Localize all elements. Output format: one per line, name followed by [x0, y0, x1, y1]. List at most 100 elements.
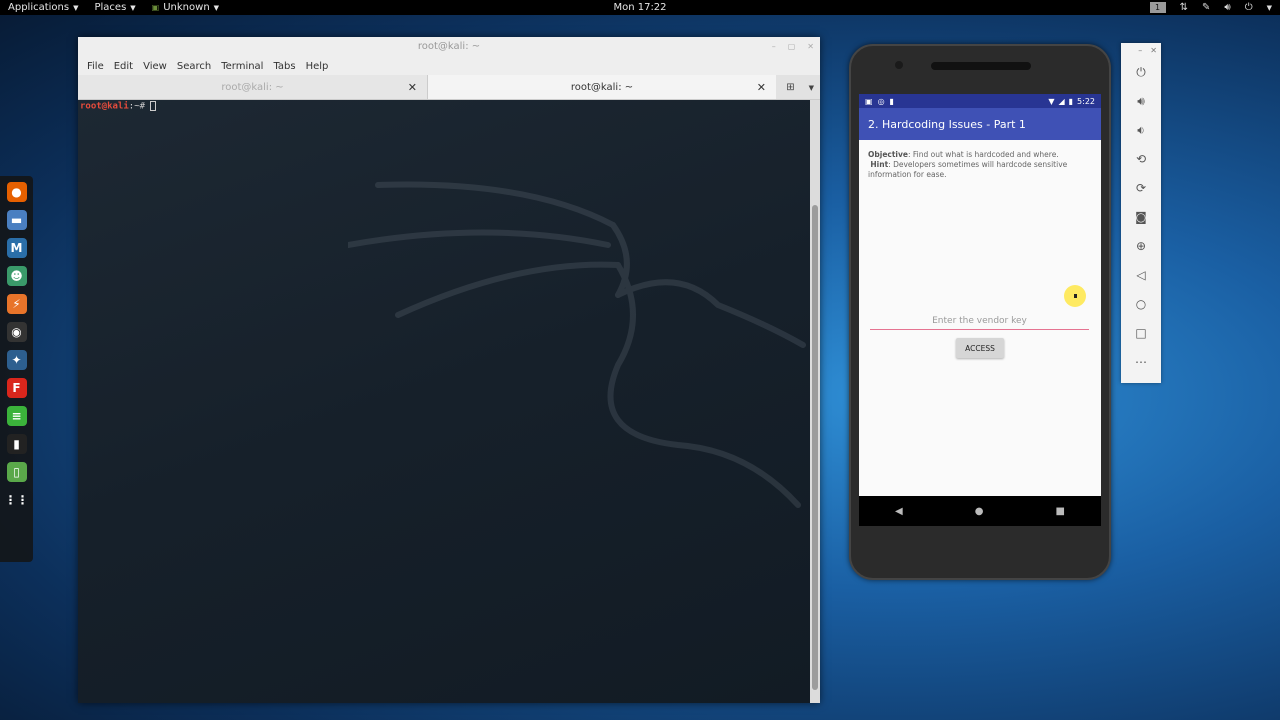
close-icon[interactable]: ✕	[1150, 46, 1157, 55]
camera-icon[interactable]: ◙	[1132, 208, 1150, 226]
app-title: 2. Hardcoding Issues - Part 1	[868, 117, 1026, 131]
top-panel: Applications ▼ Places ▼ ▣ Unknown ▼ Mon …	[0, 0, 1280, 15]
recents-icon[interactable]: ■	[1056, 506, 1065, 517]
armitage-icon[interactable]: ☻	[6, 266, 27, 286]
firefox-icon[interactable]: ●	[6, 182, 27, 202]
back-icon[interactable]: ◁	[1132, 266, 1150, 284]
faraday-icon[interactable]: ✦	[6, 350, 27, 370]
battery-icon: ▮	[1068, 96, 1074, 106]
notification-icon: ▣	[865, 96, 873, 106]
chevron-down-icon[interactable]: ▼	[1267, 4, 1272, 12]
notes-icon[interactable]: ▯	[6, 462, 27, 482]
workspace-indicator[interactable]: 1	[1149, 2, 1166, 13]
tab-label: root@kali: ~	[221, 81, 284, 93]
signal-icon: ◢	[1058, 96, 1065, 106]
rotate-left-icon[interactable]: ⟲	[1132, 150, 1150, 168]
unknown-menu[interactable]: ▣ Unknown ▼	[144, 2, 227, 13]
terminal-content[interactable]: root@kali:~#	[78, 100, 810, 703]
burpsuite-icon[interactable]: ⚡	[6, 294, 27, 314]
metasploit-icon[interactable]: M	[6, 238, 27, 258]
volume-down-icon[interactable]: 🔉︎	[1132, 121, 1150, 139]
hint-text: : Developers sometimes will hardcode sen…	[868, 160, 1068, 179]
chevron-down-icon: ▼	[130, 3, 136, 12]
files-icon[interactable]: ▬	[6, 210, 27, 230]
app-icon: ▣	[151, 3, 160, 12]
power-icon[interactable]: ⏻	[1245, 2, 1253, 13]
prompt-separator: :~#	[128, 101, 146, 112]
objective-text: : Find out what is hardcoded and where.	[907, 150, 1059, 159]
terminal-scrollbar[interactable]	[810, 100, 820, 703]
mouse-cursor-highlight	[1064, 285, 1086, 307]
more-icon[interactable]: ⋯	[1132, 353, 1150, 371]
terminal-titlebar[interactable]: root@kali: ~ – ▢ ✕	[78, 37, 820, 57]
hint-line: Hint: Developers sometimes will hardcode…	[868, 160, 1091, 180]
text-cursor	[150, 101, 157, 111]
status-time: 5:22	[1077, 96, 1095, 106]
window-title: root@kali: ~	[417, 41, 481, 52]
chevron-down-icon: ▼	[73, 3, 79, 12]
close-icon[interactable]: ✕	[408, 81, 417, 94]
chevron-down-icon[interactable]: ▼	[809, 84, 814, 92]
applications-label: Applications	[8, 2, 70, 13]
terminal-window: root@kali: ~ – ▢ ✕ File Edit View Search…	[78, 37, 820, 703]
new-tab-icon[interactable]: ⊞	[786, 82, 794, 93]
menu-edit[interactable]: Edit	[109, 61, 138, 72]
menu-view[interactable]: View	[138, 61, 172, 72]
terminal-tabbar: root@kali: ~ ✕ root@kali: ~ ✕ ⊞ ▼	[78, 75, 820, 100]
scrollbar-thumb[interactable]	[812, 205, 818, 690]
tab-label: root@kali: ~	[570, 81, 634, 93]
clock[interactable]: Mon 17:22	[613, 2, 666, 13]
wifi-icon: ▼	[1048, 96, 1055, 106]
apps-grid-icon[interactable]: ⋮⋮	[5, 490, 29, 510]
objective-line: Objective: Find out what is hardcoded an…	[868, 150, 1091, 160]
volume-icon[interactable]: 🔊︎	[1224, 2, 1230, 13]
terminal-icon[interactable]: ▮	[6, 434, 27, 454]
hint-label: Hint	[870, 160, 889, 169]
network-icon[interactable]: ⇅	[1180, 2, 1188, 13]
rotate-right-icon[interactable]: ⟳	[1132, 179, 1150, 197]
system-tray: 1 ⇅ ✎ 🔊︎ ⏻ ▼	[1149, 0, 1272, 15]
menu-terminal[interactable]: Terminal	[216, 61, 268, 72]
volume-up-icon[interactable]: 🔊︎	[1132, 92, 1150, 110]
places-label: Places	[94, 2, 127, 13]
sd-card-icon: ▮	[889, 96, 894, 106]
places-menu[interactable]: Places ▼	[86, 2, 143, 13]
minimize-icon[interactable]: –	[772, 37, 776, 57]
fern-icon[interactable]: F	[6, 378, 27, 398]
menu-tabs[interactable]: Tabs	[268, 61, 300, 72]
home-icon[interactable]: ○	[1132, 295, 1150, 313]
leafpad-icon[interactable]: ≡	[6, 406, 27, 426]
maximize-icon[interactable]: ▢	[788, 37, 796, 57]
terminal-tab-2[interactable]: root@kali: ~ ✕	[427, 75, 776, 99]
android-navbar: ◀ ● ■	[859, 496, 1101, 526]
prompt-user: root@kali	[80, 101, 129, 112]
terminal-prompt: root@kali:~#	[80, 101, 808, 112]
phone-screen[interactable]: ▣ ◎ ▮ ▼ ◢ ▮ 5:22 2. Hardcoding Issues - …	[859, 94, 1101, 524]
terminal-tab-1[interactable]: root@kali: ~ ✕	[78, 75, 427, 99]
dock: ● ▬ M ☻ ⚡ ◉ ✦ F ≡ ▮ ▯ ⋮⋮	[0, 176, 33, 562]
power-icon[interactable]: ⏻	[1132, 63, 1150, 81]
back-icon[interactable]: ◀	[895, 506, 903, 517]
front-camera	[895, 61, 903, 69]
android-statusbar: ▣ ◎ ▮ ▼ ◢ ▮ 5:22	[859, 94, 1101, 108]
challenge-description: Objective: Find out what is hardcoded an…	[859, 140, 1101, 180]
emulator-toolbar: – ✕ ⏻ 🔊︎ 🔉︎ ⟲ ⟳ ◙ ⊕ ◁ ○ □ ⋯	[1121, 43, 1161, 383]
minimize-icon[interactable]: –	[1138, 46, 1142, 55]
speaker-grille	[931, 62, 1031, 70]
app-toolbar: 2. Hardcoding Issues - Part 1	[859, 108, 1101, 140]
close-icon[interactable]: ✕	[807, 37, 814, 57]
close-icon[interactable]: ✕	[757, 81, 766, 94]
menu-search[interactable]: Search	[172, 61, 216, 72]
beef-icon[interactable]: ◉	[6, 322, 27, 342]
applications-menu[interactable]: Applications ▼	[0, 2, 86, 13]
menu-file[interactable]: File	[82, 61, 109, 72]
pen-icon[interactable]: ✎	[1202, 2, 1210, 13]
home-icon[interactable]: ●	[975, 506, 984, 517]
unknown-label: Unknown	[163, 2, 210, 13]
zoom-icon[interactable]: ⊕	[1132, 237, 1150, 255]
access-button[interactable]: ACCESS	[956, 338, 1004, 358]
vendor-key-input[interactable]	[870, 312, 1089, 330]
chevron-down-icon: ▼	[213, 3, 220, 12]
menu-help[interactable]: Help	[301, 61, 334, 72]
overview-icon[interactable]: □	[1132, 324, 1150, 342]
